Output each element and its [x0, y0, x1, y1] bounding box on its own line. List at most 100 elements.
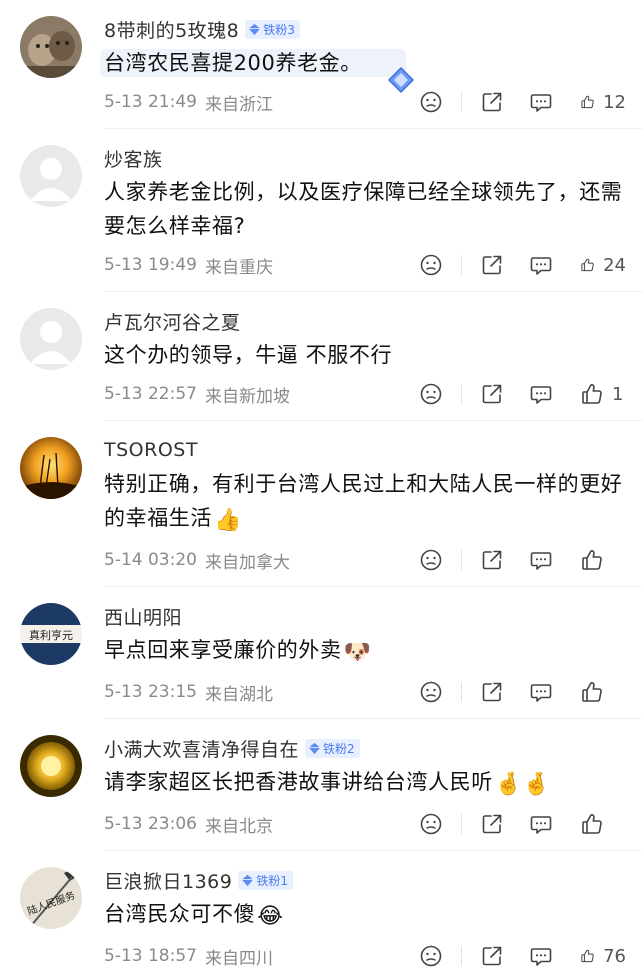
share-button[interactable] [472, 87, 512, 117]
share-icon [482, 946, 502, 966]
neutral-face-icon [420, 945, 442, 967]
comment-icon [530, 386, 552, 404]
diamond-icon [308, 742, 321, 754]
like-count: 76 [603, 945, 626, 967]
like-button[interactable]: 76 [566, 941, 626, 971]
comment-text: 这个办的领导，牛逼 不服不行 [104, 343, 393, 367]
share-icon [482, 814, 502, 834]
comment-icon [530, 257, 552, 275]
comment-time: 5-13 23:06 [104, 814, 197, 834]
share-button[interactable] [472, 809, 512, 839]
reply-button[interactable] [516, 941, 566, 971]
username[interactable]: 8带刺的5玫瑰8 [104, 16, 239, 43]
reply-button[interactable] [516, 379, 566, 409]
reaction-button[interactable] [411, 545, 451, 575]
reaction-button[interactable] [411, 677, 451, 707]
fan-badge: 铁粉3 [245, 19, 300, 39]
comment-time: 5-13 19:49 [104, 255, 197, 275]
divider [461, 682, 462, 702]
reply-button[interactable] [516, 677, 566, 707]
like-count: 12 [603, 91, 626, 113]
reply-button[interactable] [516, 809, 566, 839]
neutral-face-icon [420, 91, 442, 113]
like-button[interactable] [566, 545, 626, 575]
fan-badge-label: 铁粉2 [323, 741, 355, 756]
divider [461, 550, 462, 570]
reaction-button[interactable] [411, 379, 451, 409]
avatar-calligraphy: 真利亨元 [29, 628, 73, 642]
comment-location: 来自新加坡 [204, 386, 290, 407]
like-button[interactable]: 1 [566, 379, 626, 409]
share-button[interactable] [472, 545, 512, 575]
avatar[interactable] [20, 437, 82, 499]
share-icon [482, 255, 502, 275]
username[interactable]: 炒客族 [104, 145, 163, 172]
comment-time: 5-13 23:15 [104, 682, 197, 702]
comment-item: 真利亨元 西山明阳 早点回来享受廉价的外卖🐶 5-13 23:15 来自湖北 [0, 587, 642, 712]
username[interactable]: 小满大欢喜清净得自在 [104, 735, 299, 762]
reply-button[interactable] [516, 87, 566, 117]
avatar[interactable]: 陆人民服务 [20, 867, 82, 929]
divider [461, 384, 462, 404]
comment-location: 来自四川 [204, 948, 273, 969]
doge-emoji: 🐶 [343, 640, 372, 665]
like-count: 24 [603, 254, 626, 276]
thumbs-up-icon [581, 949, 594, 963]
avatar[interactable] [20, 735, 82, 797]
fan-badge-label: 铁粉1 [256, 873, 288, 888]
divider [461, 255, 462, 275]
comment-text: 人家养老金比例，以及医疗保障已经全球领先了，还需要怎么样幸福? [104, 180, 623, 238]
reaction-button[interactable] [411, 809, 451, 839]
avatar[interactable] [20, 308, 82, 370]
avatar[interactable] [20, 145, 82, 207]
like-button[interactable] [566, 809, 626, 839]
like-button[interactable] [566, 677, 626, 707]
comment-text: 特别正确，有利于台湾人民过上和大陆人民一样的更好的幸福生活👍 [104, 467, 626, 538]
share-button[interactable] [472, 941, 512, 971]
neutral-face-icon [420, 549, 442, 571]
diamond-icon [249, 23, 261, 35]
thumbs-up-icon [581, 95, 594, 109]
comment-item: 8带刺的5玫瑰8 铁粉3 台湾农民喜提200养老金。 5-13 21:49 来自… [0, 0, 642, 122]
comment-item: 小满大欢喜清净得自在 铁粉2 请李家超区长把香港故事讲给台湾人民听🤞🤞 5-13… [0, 719, 642, 844]
reply-button[interactable] [516, 250, 566, 280]
comment-feed: 8带刺的5玫瑰8 铁粉3 台湾农民喜提200养老金。 5-13 21:49 来自… [0, 0, 642, 976]
finger-heart-emoji: 🤞🤞 [494, 772, 551, 797]
comment-text: 台湾民众可不傻😂 [104, 897, 626, 934]
share-icon [482, 682, 502, 702]
avatar[interactable] [20, 16, 82, 78]
comment-location: 来自北京 [204, 816, 273, 837]
divider [461, 92, 462, 112]
username[interactable]: 西山明阳 [104, 603, 182, 630]
laughing-emoji: 😂 [257, 904, 284, 929]
like-button[interactable]: 12 [566, 87, 626, 117]
username[interactable]: 卢瓦尔河谷之夏 [104, 308, 241, 335]
reaction-button[interactable] [411, 250, 451, 280]
reply-button[interactable] [516, 545, 566, 575]
avatar[interactable]: 真利亨元 [20, 603, 82, 665]
comment-time: 5-13 18:57 [104, 946, 197, 966]
diamond-sticker-icon [387, 66, 415, 94]
thumbs-up-icon [582, 682, 602, 702]
share-button[interactable] [472, 250, 512, 280]
thumbs-up-icon [582, 550, 602, 570]
comment-location: 来自湖北 [204, 684, 273, 705]
neutral-face-icon [420, 813, 442, 835]
reaction-button[interactable] [411, 941, 451, 971]
comment-location: 来自重庆 [204, 257, 273, 278]
share-icon [482, 384, 502, 404]
comment-item: 炒客族 人家养老金比例，以及医疗保障已经全球领先了，还需要怎么样幸福? 5-13… [0, 129, 642, 285]
divider [461, 946, 462, 966]
like-button[interactable]: 24 [566, 250, 626, 280]
comment-item: 陆人民服务 巨浪掀日1369 铁粉1 台湾民众可不傻😂 5-13 18:57 来… [0, 851, 642, 976]
share-button[interactable] [472, 379, 512, 409]
share-button[interactable] [472, 677, 512, 707]
comment-location: 来自浙江 [204, 94, 273, 115]
comment-icon [530, 948, 552, 966]
comment-text: 早点回来享受廉价的外卖🐶 [104, 633, 626, 670]
reaction-button[interactable] [411, 87, 451, 117]
username[interactable]: 巨浪掀日1369 [104, 867, 232, 894]
comment-time: 5-13 22:57 [104, 384, 197, 404]
username[interactable]: TSOROST [104, 439, 198, 461]
neutral-face-icon [420, 383, 442, 405]
